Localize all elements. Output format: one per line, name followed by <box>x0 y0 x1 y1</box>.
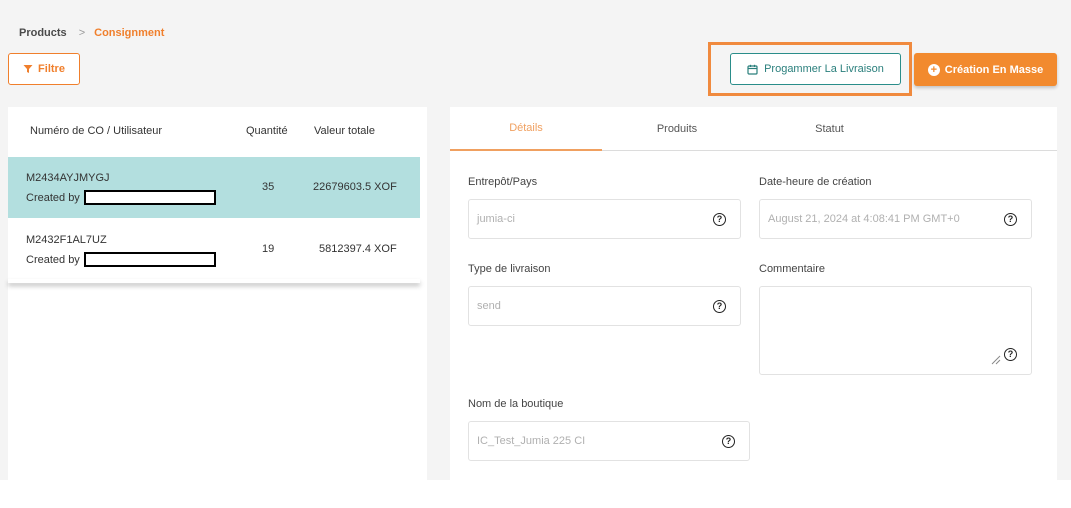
mass-create-button[interactable]: + Création En Masse <box>914 53 1057 86</box>
schedule-delivery-button[interactable]: Progammer La Livraison <box>730 53 901 85</box>
delivery-type-label: Type de livraison <box>468 263 551 275</box>
total-value: 22679603.5 XOF <box>313 181 397 193</box>
help-circle-icon[interactable]: ? <box>713 213 726 226</box>
filter-icon <box>23 65 33 73</box>
created-at-value: August 21, 2024 at 4:08:41 PM GMT+0 <box>768 213 960 225</box>
plus-circle-icon: + <box>927 63 940 76</box>
consignment-list-panel: Numéro de CO / Utilisateur Quantité Vale… <box>8 107 427 480</box>
breadcrumb-separator: > <box>78 27 86 39</box>
shop-name-field[interactable]: IC_Test_Jumia 225 CI ? <box>468 421 750 461</box>
breadcrumb-products[interactable]: Products <box>19 27 67 39</box>
list-header: Numéro de CO / Utilisateur Quantité Vale… <box>8 107 420 157</box>
tab-details[interactable]: Détails <box>450 107 602 151</box>
created-by-label: Created by <box>26 191 80 204</box>
calendar-icon <box>747 64 758 75</box>
column-header-number[interactable]: Numéro de CO / Utilisateur <box>30 125 162 137</box>
app-root: Products > Consignment Filtre Progammer La… <box>0 0 1071 480</box>
total-value: 5812397.4 XOF <box>319 243 397 255</box>
help-circle-icon[interactable]: ? <box>1004 213 1017 226</box>
help-circle-icon[interactable]: ? <box>713 300 726 313</box>
delivery-type-value: send <box>477 300 501 312</box>
list-item[interactable]: M2432F1AL7UZ Created by 19 5812397.4 XOF <box>8 219 420 280</box>
redacted-user <box>83 190 216 205</box>
help-circle-icon[interactable]: ? <box>722 435 735 448</box>
details-panel: Détails Produits Statut Entrepôt/Pays ju… <box>450 107 1057 480</box>
column-header-quantity[interactable]: Quantité <box>246 125 288 137</box>
created-at-label: Date-heure de création <box>759 176 872 188</box>
created-by: Created by <box>26 252 216 267</box>
redacted-user <box>83 252 216 267</box>
mass-create-label: Création En Masse <box>944 63 1044 76</box>
warehouse-label: Entrepôt/Pays <box>468 176 538 188</box>
list-divider <box>8 279 420 283</box>
breadcrumb: Products > Consignment <box>19 27 164 39</box>
tab-products[interactable]: Produits <box>602 107 752 151</box>
breadcrumb-consignment: Consignment <box>94 27 165 39</box>
shop-name-label: Nom de la boutique <box>468 398 564 410</box>
delivery-type-field[interactable]: send ? <box>468 286 741 326</box>
schedule-delivery-label: Progammer La Livraison <box>764 63 884 75</box>
warehouse-value: jumia-ci <box>477 213 515 225</box>
list-item[interactable]: M2434AYJMYGJ Created by 35 22679603.5 XO… <box>8 157 420 218</box>
comment-label: Commentaire <box>759 263 826 275</box>
filter-button-label: Filtre <box>38 63 65 75</box>
tab-status[interactable]: Statut <box>752 107 907 151</box>
tab-bar: Détails Produits Statut <box>450 107 1057 151</box>
column-header-total[interactable]: Valeur totale <box>314 125 375 137</box>
comment-textarea[interactable]: ? <box>759 286 1032 375</box>
consignment-code: M2432F1AL7UZ <box>26 234 107 246</box>
resize-handle-icon[interactable] <box>991 355 1001 365</box>
quantity-value: 35 <box>262 181 275 193</box>
created-by: Created by <box>26 190 216 205</box>
warehouse-field[interactable]: jumia-ci ? <box>468 199 741 239</box>
created-by-label: Created by <box>26 253 80 266</box>
shop-name-value: IC_Test_Jumia 225 CI <box>477 435 586 447</box>
created-at-field[interactable]: August 21, 2024 at 4:08:41 PM GMT+0 ? <box>759 199 1032 239</box>
quantity-value: 19 <box>262 243 275 255</box>
consignment-code: M2434AYJMYGJ <box>26 172 110 184</box>
help-circle-icon[interactable]: ? <box>1004 348 1017 361</box>
filter-button[interactable]: Filtre <box>8 53 80 85</box>
